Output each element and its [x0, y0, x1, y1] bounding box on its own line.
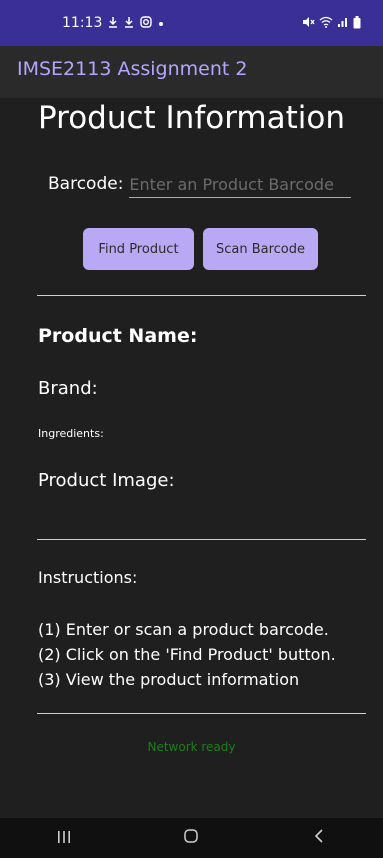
status-bar: 11:13 [0, 0, 383, 46]
recent-apps-button[interactable] [34, 818, 94, 858]
wifi-icon [319, 16, 333, 30]
instruction-step: (2) Click on the 'Find Product' button. [38, 645, 336, 664]
instagram-icon [140, 16, 153, 30]
status-time: 11:13 [62, 15, 103, 31]
recent-apps-icon [56, 829, 72, 848]
status-right-group [302, 15, 361, 31]
instruction-step: (1) Enter or scan a product barcode. [38, 620, 329, 639]
status-left-group: 11:13 [62, 15, 164, 31]
product-image-label: Product Image: [38, 470, 175, 491]
find-product-button[interactable]: Find Product [83, 228, 194, 270]
product-name-label: Product Name: [38, 325, 198, 347]
barcode-row: Barcode: [48, 172, 352, 200]
home-icon [183, 828, 199, 848]
back-icon [313, 828, 325, 848]
dot-icon [158, 17, 164, 29]
instruction-step: (3) View the product information [38, 670, 300, 689]
app-bar: IMSE2113 Assignment 2 [0, 46, 383, 98]
ingredients-label: Ingredients: [38, 427, 104, 440]
download-icon [124, 16, 134, 30]
app-title: IMSE2113 Assignment 2 [17, 58, 248, 80]
battery-icon [353, 15, 361, 31]
divider-middle [37, 539, 366, 540]
navigation-bar [0, 818, 383, 858]
scan-barcode-button[interactable]: Scan Barcode [203, 228, 318, 270]
home-button[interactable] [161, 818, 221, 858]
instructions-title: Instructions: [38, 568, 138, 587]
divider-top [37, 295, 366, 296]
back-button[interactable] [289, 818, 349, 858]
brand-label: Brand: [38, 378, 98, 399]
download-icon [108, 16, 118, 30]
network-status: Network ready [147, 740, 236, 754]
mute-icon [302, 16, 315, 30]
page-title: Product Information [37, 100, 345, 136]
barcode-label: Barcode: [48, 174, 124, 194]
divider-bottom [37, 713, 366, 714]
barcode-input[interactable] [129, 172, 352, 198]
signal-icon [337, 16, 349, 30]
